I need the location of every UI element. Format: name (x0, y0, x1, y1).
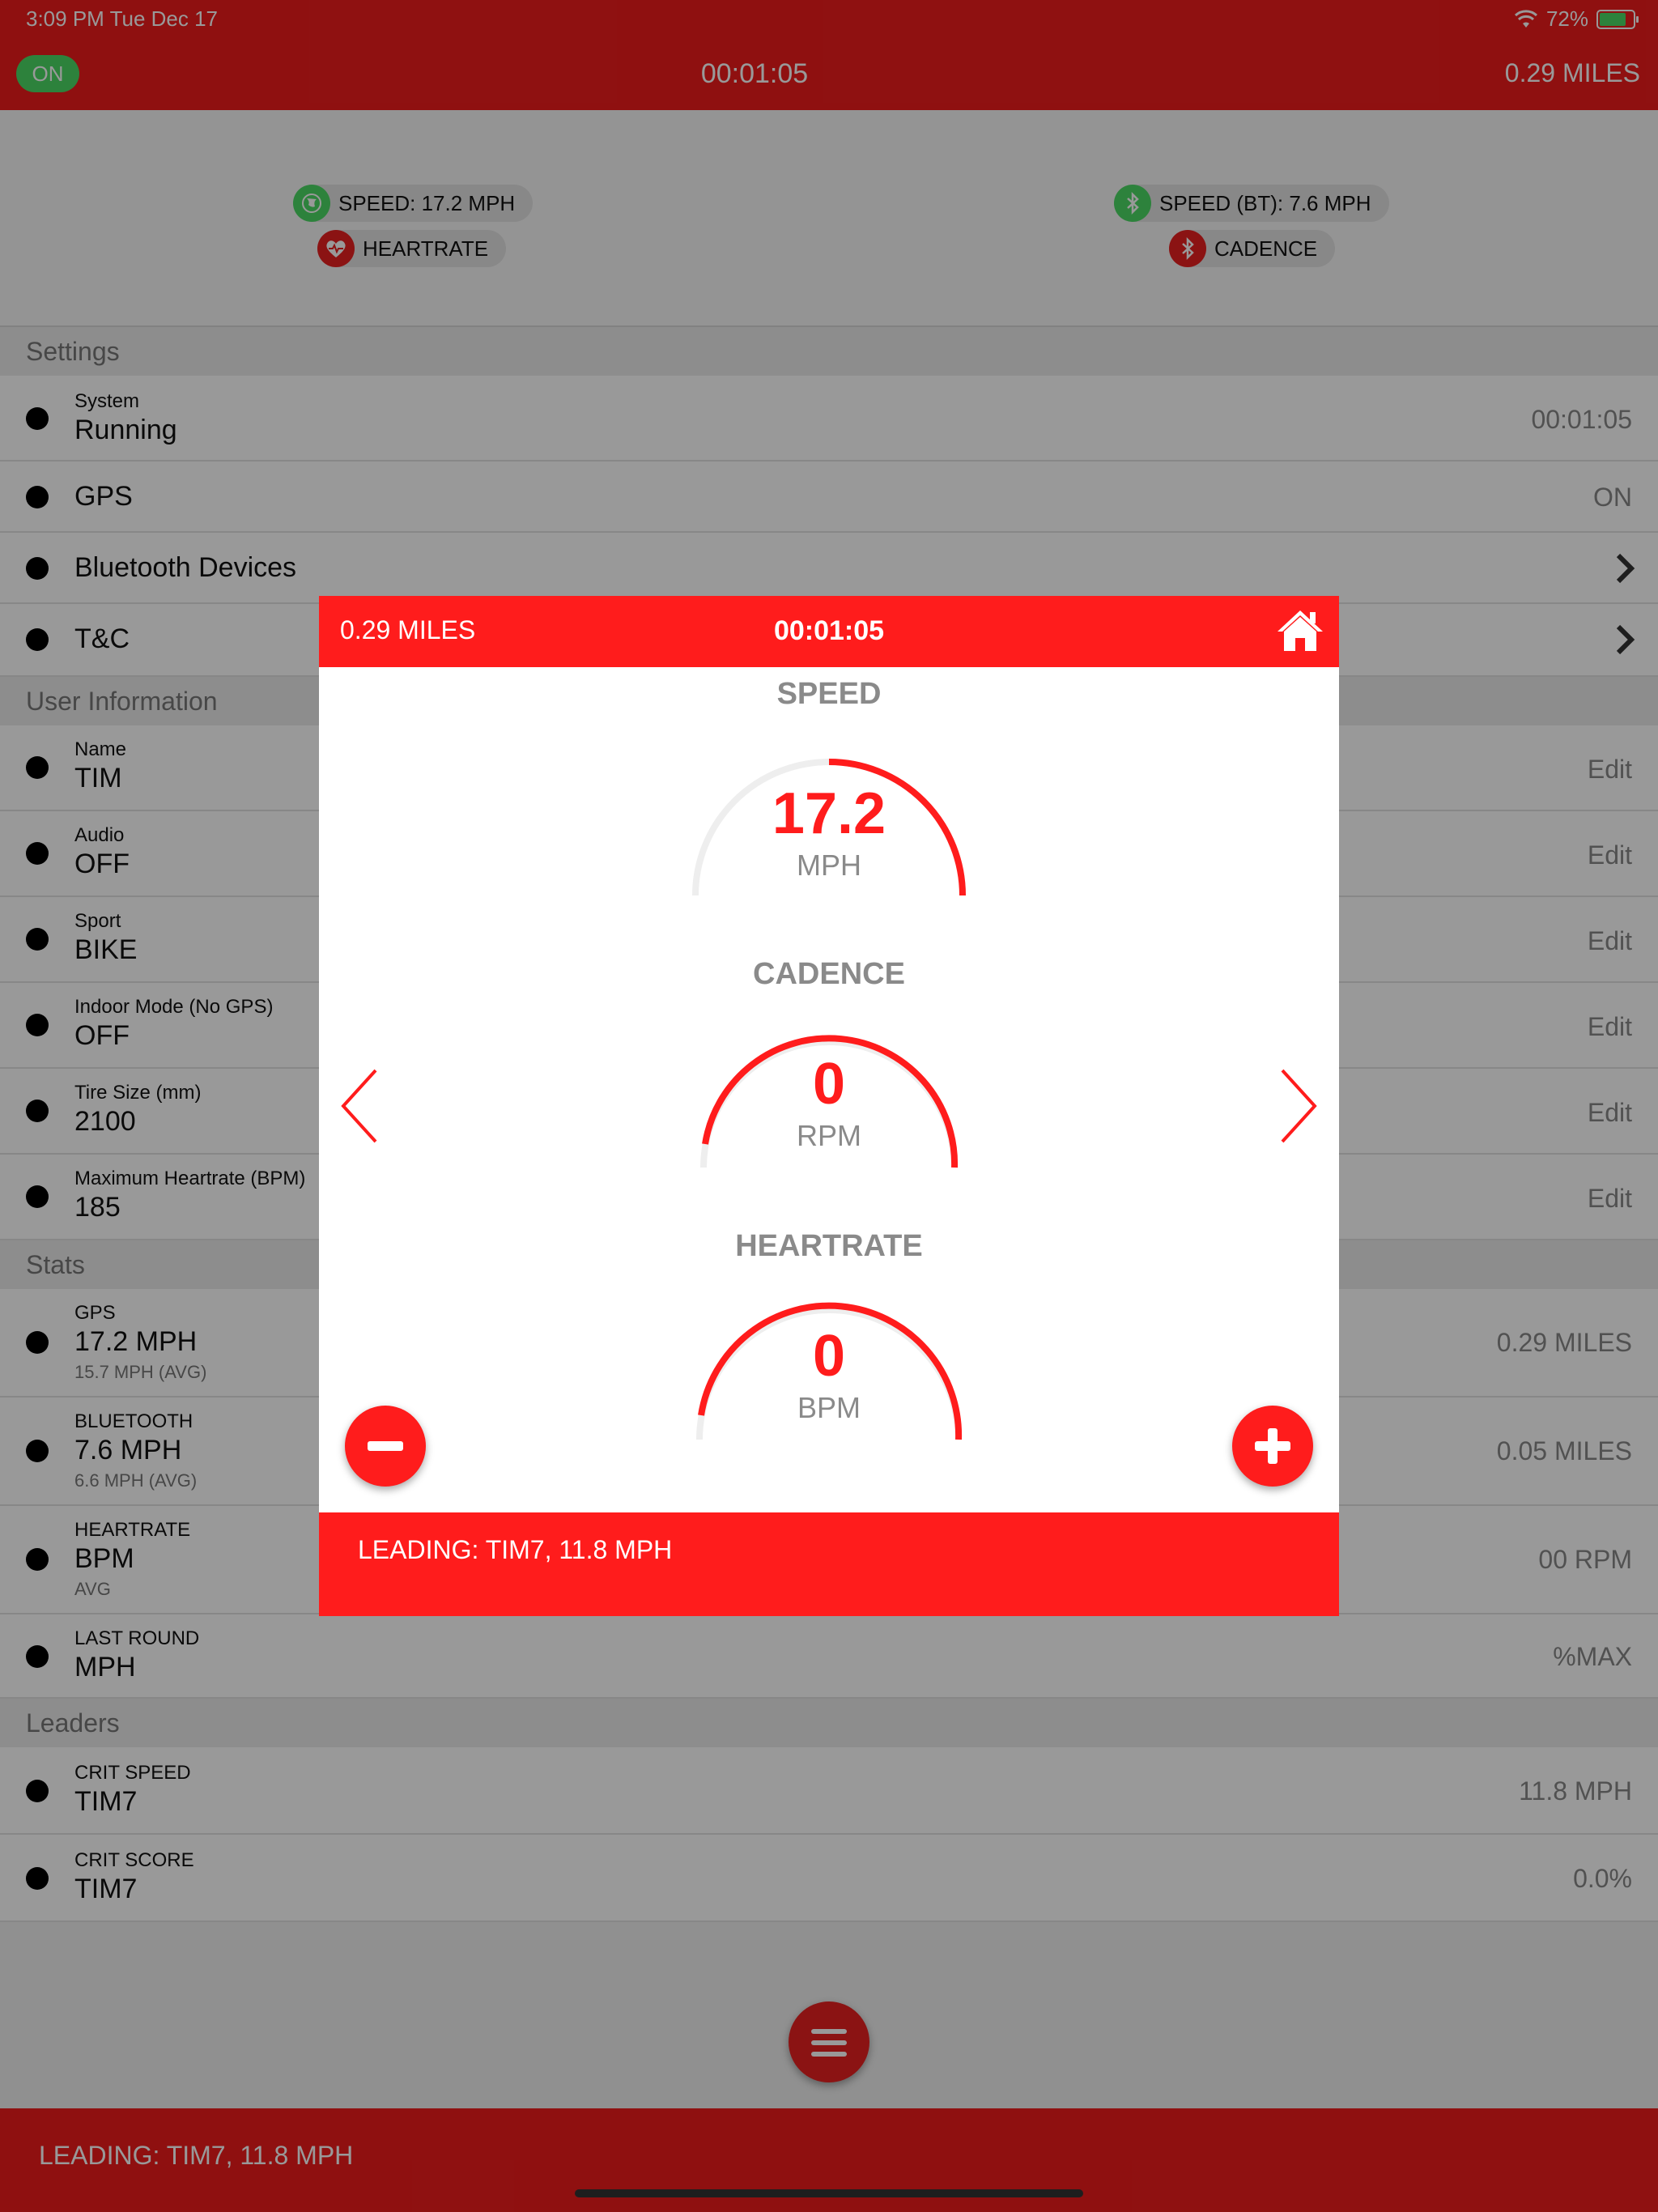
gauge-value: 0 (812, 1324, 846, 1389)
home-icon[interactable] (1276, 607, 1324, 653)
modal-header: 0.29 MILES 00:01:05 (319, 596, 1339, 667)
minus-icon[interactable] (345, 1406, 426, 1487)
heartrate-gauge: HEARTRATE 0 BPM (675, 1229, 983, 1440)
plus-icon[interactable] (1232, 1406, 1313, 1487)
gauge-value: 0 (812, 1052, 846, 1117)
gauge-unit: MPH (797, 849, 861, 882)
gauge-value: 17.2 (772, 781, 886, 846)
dashboard-modal: 0.29 MILES 00:01:05 SPEED 17.2 MPH CADEN… (319, 596, 1339, 1616)
chevron-left-icon[interactable] (337, 1066, 385, 1146)
cadence-gauge: CADENCE 0 RPM (675, 957, 983, 1168)
gauge-label: SPEED (776, 677, 882, 711)
gauge-label: HEARTRATE (735, 1229, 923, 1263)
modal-timer: 00:01:05 (773, 615, 885, 646)
speed-gauge: SPEED 17.2 MPH (675, 677, 983, 896)
gauge-unit: RPM (797, 1119, 861, 1152)
chevron-right-icon[interactable] (1273, 1066, 1321, 1146)
modal-leading-text: LEADING: TIM7, 11.8 MPH (358, 1535, 673, 1564)
gauge-label: CADENCE (753, 957, 905, 991)
gauge-unit: BPM (797, 1391, 861, 1424)
modal-footer: LEADING: TIM7, 11.8 MPH (319, 1512, 1339, 1616)
